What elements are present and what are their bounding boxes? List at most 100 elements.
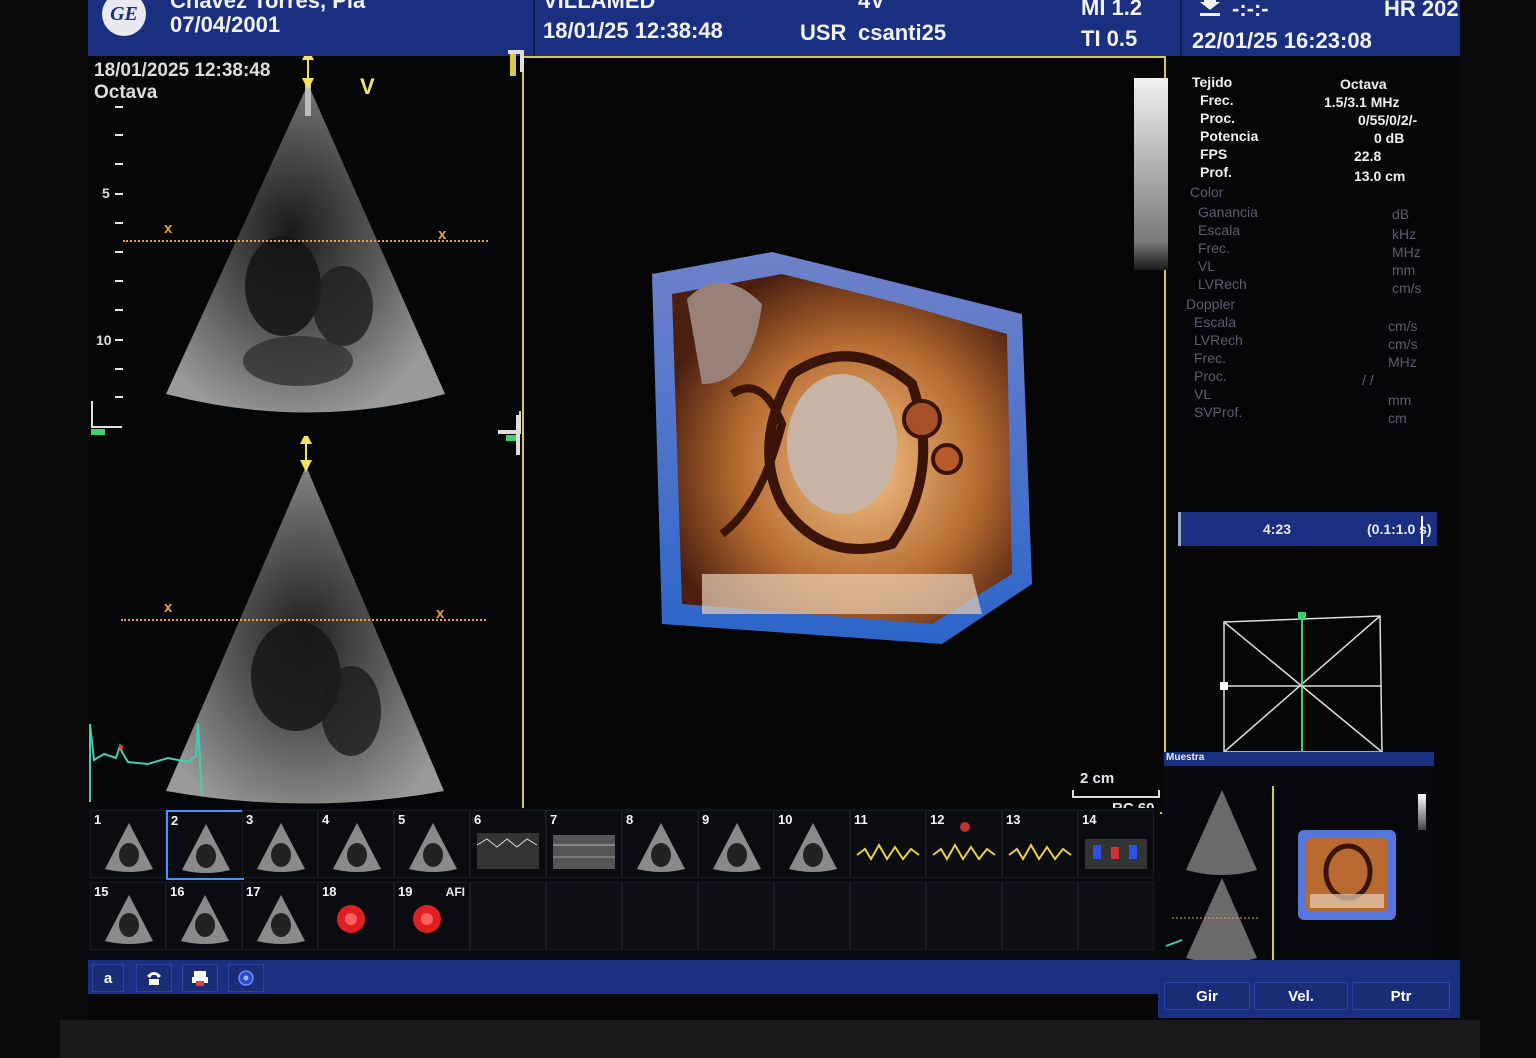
param-label: Ganancia xyxy=(1198,204,1258,220)
lower-cut-marker-right: x xyxy=(436,605,445,622)
heart-volume-render xyxy=(652,252,1032,644)
preview-title: Muestra xyxy=(1166,752,1205,763)
param-label: VL xyxy=(1194,386,1212,402)
param-unit: cm/s xyxy=(1388,336,1418,352)
grayscale-bar xyxy=(1134,78,1168,270)
clip-thumbnail[interactable]: 18 xyxy=(318,882,394,950)
ge-logo: GE xyxy=(102,0,146,36)
record-icon[interactable] xyxy=(228,964,264,992)
print-icon[interactable] xyxy=(182,964,218,992)
download-icon xyxy=(1198,0,1222,23)
clip-thumbnail[interactable]: 3 xyxy=(242,810,318,878)
annotation-button[interactable]: a xyxy=(92,964,124,992)
param-label: Tejido xyxy=(1192,74,1233,90)
param-unit: dB xyxy=(1392,206,1410,222)
empty-clip-slot xyxy=(698,882,774,950)
upper-cut-line xyxy=(123,240,488,242)
clip-thumbnail[interactable]: 2 xyxy=(166,810,244,880)
upper-echo-sector xyxy=(166,56,445,413)
parameter-panel: Tejido Octava Frec. 1.5/3.1 MHz Proc. 0/… xyxy=(1176,62,1456,502)
clip-thumbnail[interactable]: 5 xyxy=(394,810,470,878)
clip-thumbnail[interactable]: 8 xyxy=(622,810,698,878)
param-value: 1.5/3.1 MHz xyxy=(1324,94,1400,110)
clip-thumbnail[interactable]: 10 xyxy=(774,810,850,878)
clip-thumbnail[interactable]: 17 xyxy=(242,882,318,950)
bottom-softkeys: Gir Vel. Ptr xyxy=(1158,978,1460,1018)
param-label: LVRech xyxy=(1194,332,1243,348)
clip-thumbnail[interactable]: 15 xyxy=(90,882,166,950)
clip-thumbnail[interactable]: 13 xyxy=(1002,810,1078,878)
param-label: Proc. xyxy=(1200,110,1236,126)
corner-marker-icon xyxy=(91,401,122,435)
param-unit: cm/s xyxy=(1388,318,1418,334)
param-label: LVRech xyxy=(1198,276,1247,292)
phone-icon[interactable] xyxy=(136,964,172,992)
afi-label: AFI xyxy=(445,885,465,899)
param-unit: MHz xyxy=(1392,244,1421,260)
volume-render-view[interactable]: 2 cm RC 60 xyxy=(510,52,1168,817)
param-label: FPS xyxy=(1200,146,1228,162)
clip-thumbnail[interactable]: 19 AFI xyxy=(394,882,470,950)
rotate-softkey[interactable]: Gir xyxy=(1164,982,1250,1010)
preview-panel: Muestra xyxy=(1162,752,1434,968)
depth-label-5: 5 xyxy=(102,185,110,201)
lower-cut-marker-left: x xyxy=(164,599,173,616)
param-value: 0 dB xyxy=(1374,130,1405,146)
clip-thumbnail[interactable]: 9 xyxy=(698,810,774,878)
empty-clip-slot xyxy=(622,882,698,950)
depth-label-10: 10 xyxy=(96,332,112,348)
empty-clip-slot xyxy=(1002,882,1078,950)
param-label: Potencia xyxy=(1200,128,1259,144)
clip-thumbnail[interactable]: 1 xyxy=(90,810,166,878)
header-bar: GE Chavez Torres, Pia 07/04/2001 VILLAME… xyxy=(88,0,1460,56)
param-label: SVProf. xyxy=(1194,404,1243,420)
clip-thumbnail[interactable]: 7 xyxy=(546,810,622,878)
param-unit: kHz xyxy=(1392,226,1417,242)
param-value: 13.0 cm xyxy=(1354,168,1406,184)
param-label: Escala xyxy=(1198,222,1241,238)
institution-name: VILLAMED xyxy=(543,0,656,13)
cine-cursor[interactable] xyxy=(1421,516,1423,544)
param-label: Frec. xyxy=(1194,350,1226,366)
param-value: 0/55/0/2/- xyxy=(1358,112,1418,128)
current-datetime: 22/01/25 16:23:08 xyxy=(1192,28,1372,53)
clip-thumbnail[interactable]: 14 xyxy=(1078,810,1154,878)
user-name: csanti25 xyxy=(858,20,947,45)
param-label: Frec. xyxy=(1200,92,1234,108)
empty-clip-slot xyxy=(774,882,850,950)
param-unit: / / xyxy=(1362,372,1374,388)
clip-thumbnail[interactable]: 16 xyxy=(166,882,242,950)
clip-thumbnail[interactable]: 12 xyxy=(926,810,1002,878)
mechanical-index: MI 1.2 xyxy=(1081,0,1143,20)
param-value: 22.8 xyxy=(1354,148,1382,164)
color-section-title: Color xyxy=(1190,184,1224,200)
clip-thumbnail[interactable]: 11 xyxy=(850,810,926,878)
empty-clip-slot xyxy=(926,882,1002,950)
status-indicator: -:-:- xyxy=(1232,0,1269,21)
cine-time: 4:23 xyxy=(1263,521,1292,537)
speed-softkey[interactable]: Vel. xyxy=(1254,982,1348,1010)
param-unit: cm/s xyxy=(1392,280,1422,296)
orientation-cube-icon[interactable] xyxy=(1216,608,1388,754)
param-unit: mm xyxy=(1388,392,1412,408)
preview-biplane-thumbnail xyxy=(1165,790,1258,963)
param-value: Octava xyxy=(1340,76,1387,92)
cine-loop-bar[interactable]: 4:23 (0.1:1.0 s) xyxy=(1178,512,1437,546)
study-datetime: 18/01/25 12:38:48 xyxy=(543,18,723,43)
empty-clip-slot xyxy=(470,882,546,950)
pointer-softkey[interactable]: Ptr xyxy=(1352,982,1450,1010)
upper-cut-marker-left: x xyxy=(164,220,173,237)
upper-cut-marker-right: x xyxy=(438,226,447,243)
clip-thumbnail[interactable]: 4 xyxy=(318,810,394,878)
param-label: Proc. xyxy=(1194,368,1227,384)
empty-clip-slot xyxy=(850,882,926,950)
param-label: Frec. xyxy=(1198,240,1230,256)
param-unit: mm xyxy=(1392,262,1416,278)
clip-thumbnail[interactable]: 6 xyxy=(470,810,546,878)
preview-volume-thumbnail xyxy=(1298,830,1396,920)
empty-clip-slot xyxy=(546,882,622,950)
user-prefix: USR xyxy=(800,20,847,45)
scale-label: 2 cm xyxy=(1080,770,1115,787)
scale-bar xyxy=(1072,790,1160,798)
patient-dob: 07/04/2001 xyxy=(170,12,281,37)
